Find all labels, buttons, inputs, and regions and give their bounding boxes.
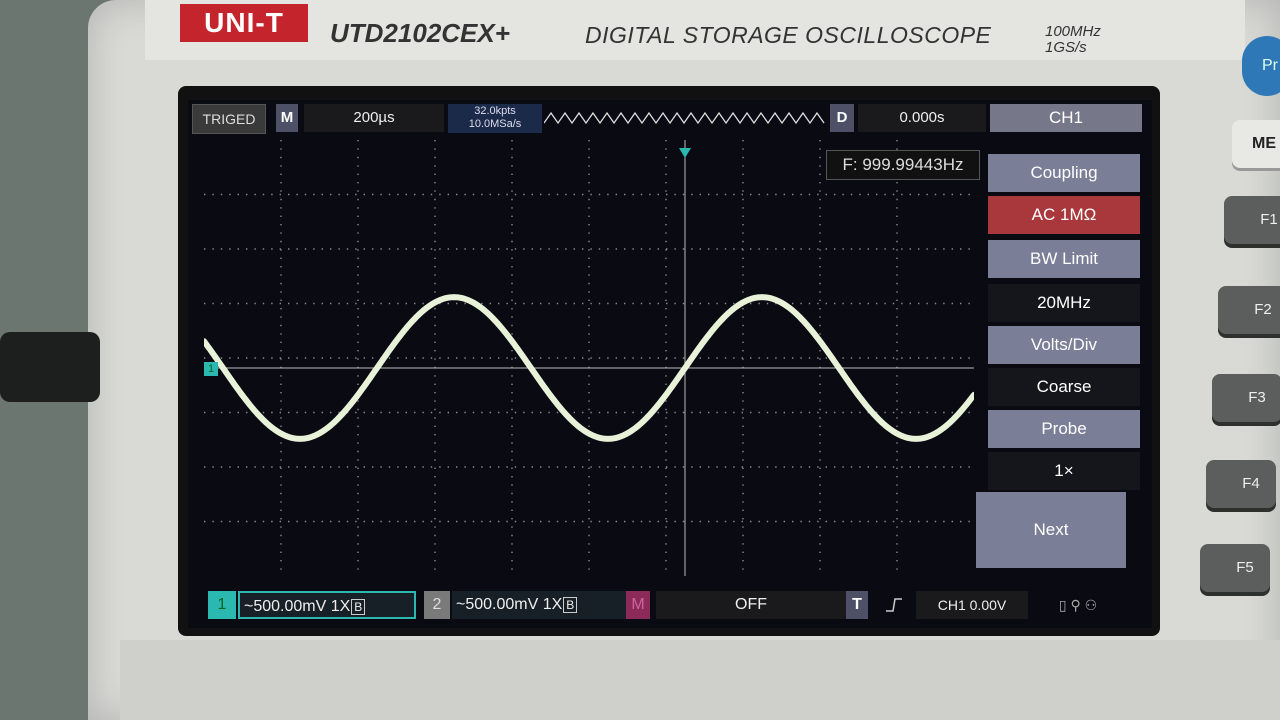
trigger-position-wave-icon (544, 111, 825, 125)
waveform-display (204, 140, 974, 576)
coupling-header[interactable]: Coupling (988, 154, 1140, 192)
storage-icon: ▯ (1058, 597, 1067, 613)
volts-div-value[interactable]: Coarse (988, 368, 1140, 406)
ch1-badge[interactable]: 1 (208, 591, 236, 619)
ch2-scale: ~500.00mV 1X (456, 596, 563, 613)
f4-key[interactable]: F4 (1206, 460, 1276, 508)
ch1-bw-limit-icon: B (351, 599, 366, 615)
ch1-ground-marker: 1 (204, 362, 218, 376)
next-page-button[interactable]: Next (976, 492, 1126, 568)
frequency-readout: F: 999.99443Hz (826, 150, 980, 180)
f1-key[interactable]: F1 (1224, 196, 1280, 244)
probe-header[interactable]: Probe (988, 410, 1140, 448)
f3-key[interactable]: F3 (1212, 374, 1280, 422)
delay-value: 0.000s (858, 104, 986, 132)
bottom-status-bar: 1 ~500.00mV 1X B 2 ~500.00mV 1X B M OFF T … (206, 585, 1120, 625)
acquisition-info: 32.0kpts 10.0MSa/s (448, 104, 542, 133)
sampling-rate: 10.0MSa/s (468, 118, 522, 130)
f2-key[interactable]: F2 (1218, 286, 1280, 334)
trigger-position-marker (679, 148, 691, 158)
bw-limit-header[interactable]: BW Limit (988, 240, 1140, 278)
brand-logo: UNI-T (180, 4, 308, 42)
menu-title-ch1: CH1 (990, 104, 1142, 132)
usb-icon: ⚲ (1070, 597, 1081, 613)
f5-key[interactable]: F5 (1200, 544, 1270, 592)
timebase-value: 200µs (304, 104, 444, 132)
rising-edge-icon (874, 591, 914, 619)
ch1-scale: ~500.00mV 1X (244, 598, 351, 615)
bw-limit-value[interactable]: 20MHz (988, 284, 1140, 322)
coupling-value[interactable]: AC 1MΩ (988, 196, 1140, 234)
probe-value[interactable]: 1× (988, 452, 1140, 490)
print-button[interactable]: Pr (1242, 36, 1280, 96)
math-badge[interactable]: M (626, 591, 650, 619)
graticule (204, 140, 974, 576)
device-lower-panel (120, 640, 1280, 720)
math-status: OFF (656, 591, 846, 619)
ch2-bw-limit-icon: B (563, 597, 578, 613)
ch1-settings[interactable]: ~500.00mV 1X B (238, 591, 416, 619)
ch2-badge[interactable]: 2 (424, 591, 450, 619)
network-icon: ⚇ (1084, 597, 1098, 613)
trigger-setting: CH1 0.00V (916, 591, 1028, 619)
trigger-badge[interactable]: T (846, 591, 868, 619)
bandwidth-spec: 100MHz (1045, 23, 1101, 40)
volts-div-header[interactable]: Volts/Div (988, 326, 1140, 364)
delay-badge: D (830, 104, 854, 132)
device-description: DIGITAL STORAGE OSCILLOSCOPE (585, 22, 992, 48)
cable (0, 332, 100, 402)
memory-depth: 32.0kpts (474, 105, 516, 117)
top-status-bar: TRIGED M 200µs 32.0kpts 10.0MSa/s D 0.00… (192, 104, 1148, 138)
trigger-status: TRIGED (192, 104, 266, 134)
model-name: UTD2102CEX+ (330, 18, 510, 48)
main-timebase-badge: M (276, 104, 298, 132)
menu-button[interactable]: ME (1232, 120, 1280, 168)
usb-status-icons: ▯ ⚲ ⚇ (1042, 591, 1114, 619)
sample-rate-spec: 1GS/s (1045, 39, 1087, 56)
ch2-settings[interactable]: ~500.00mV 1X B (452, 591, 626, 619)
